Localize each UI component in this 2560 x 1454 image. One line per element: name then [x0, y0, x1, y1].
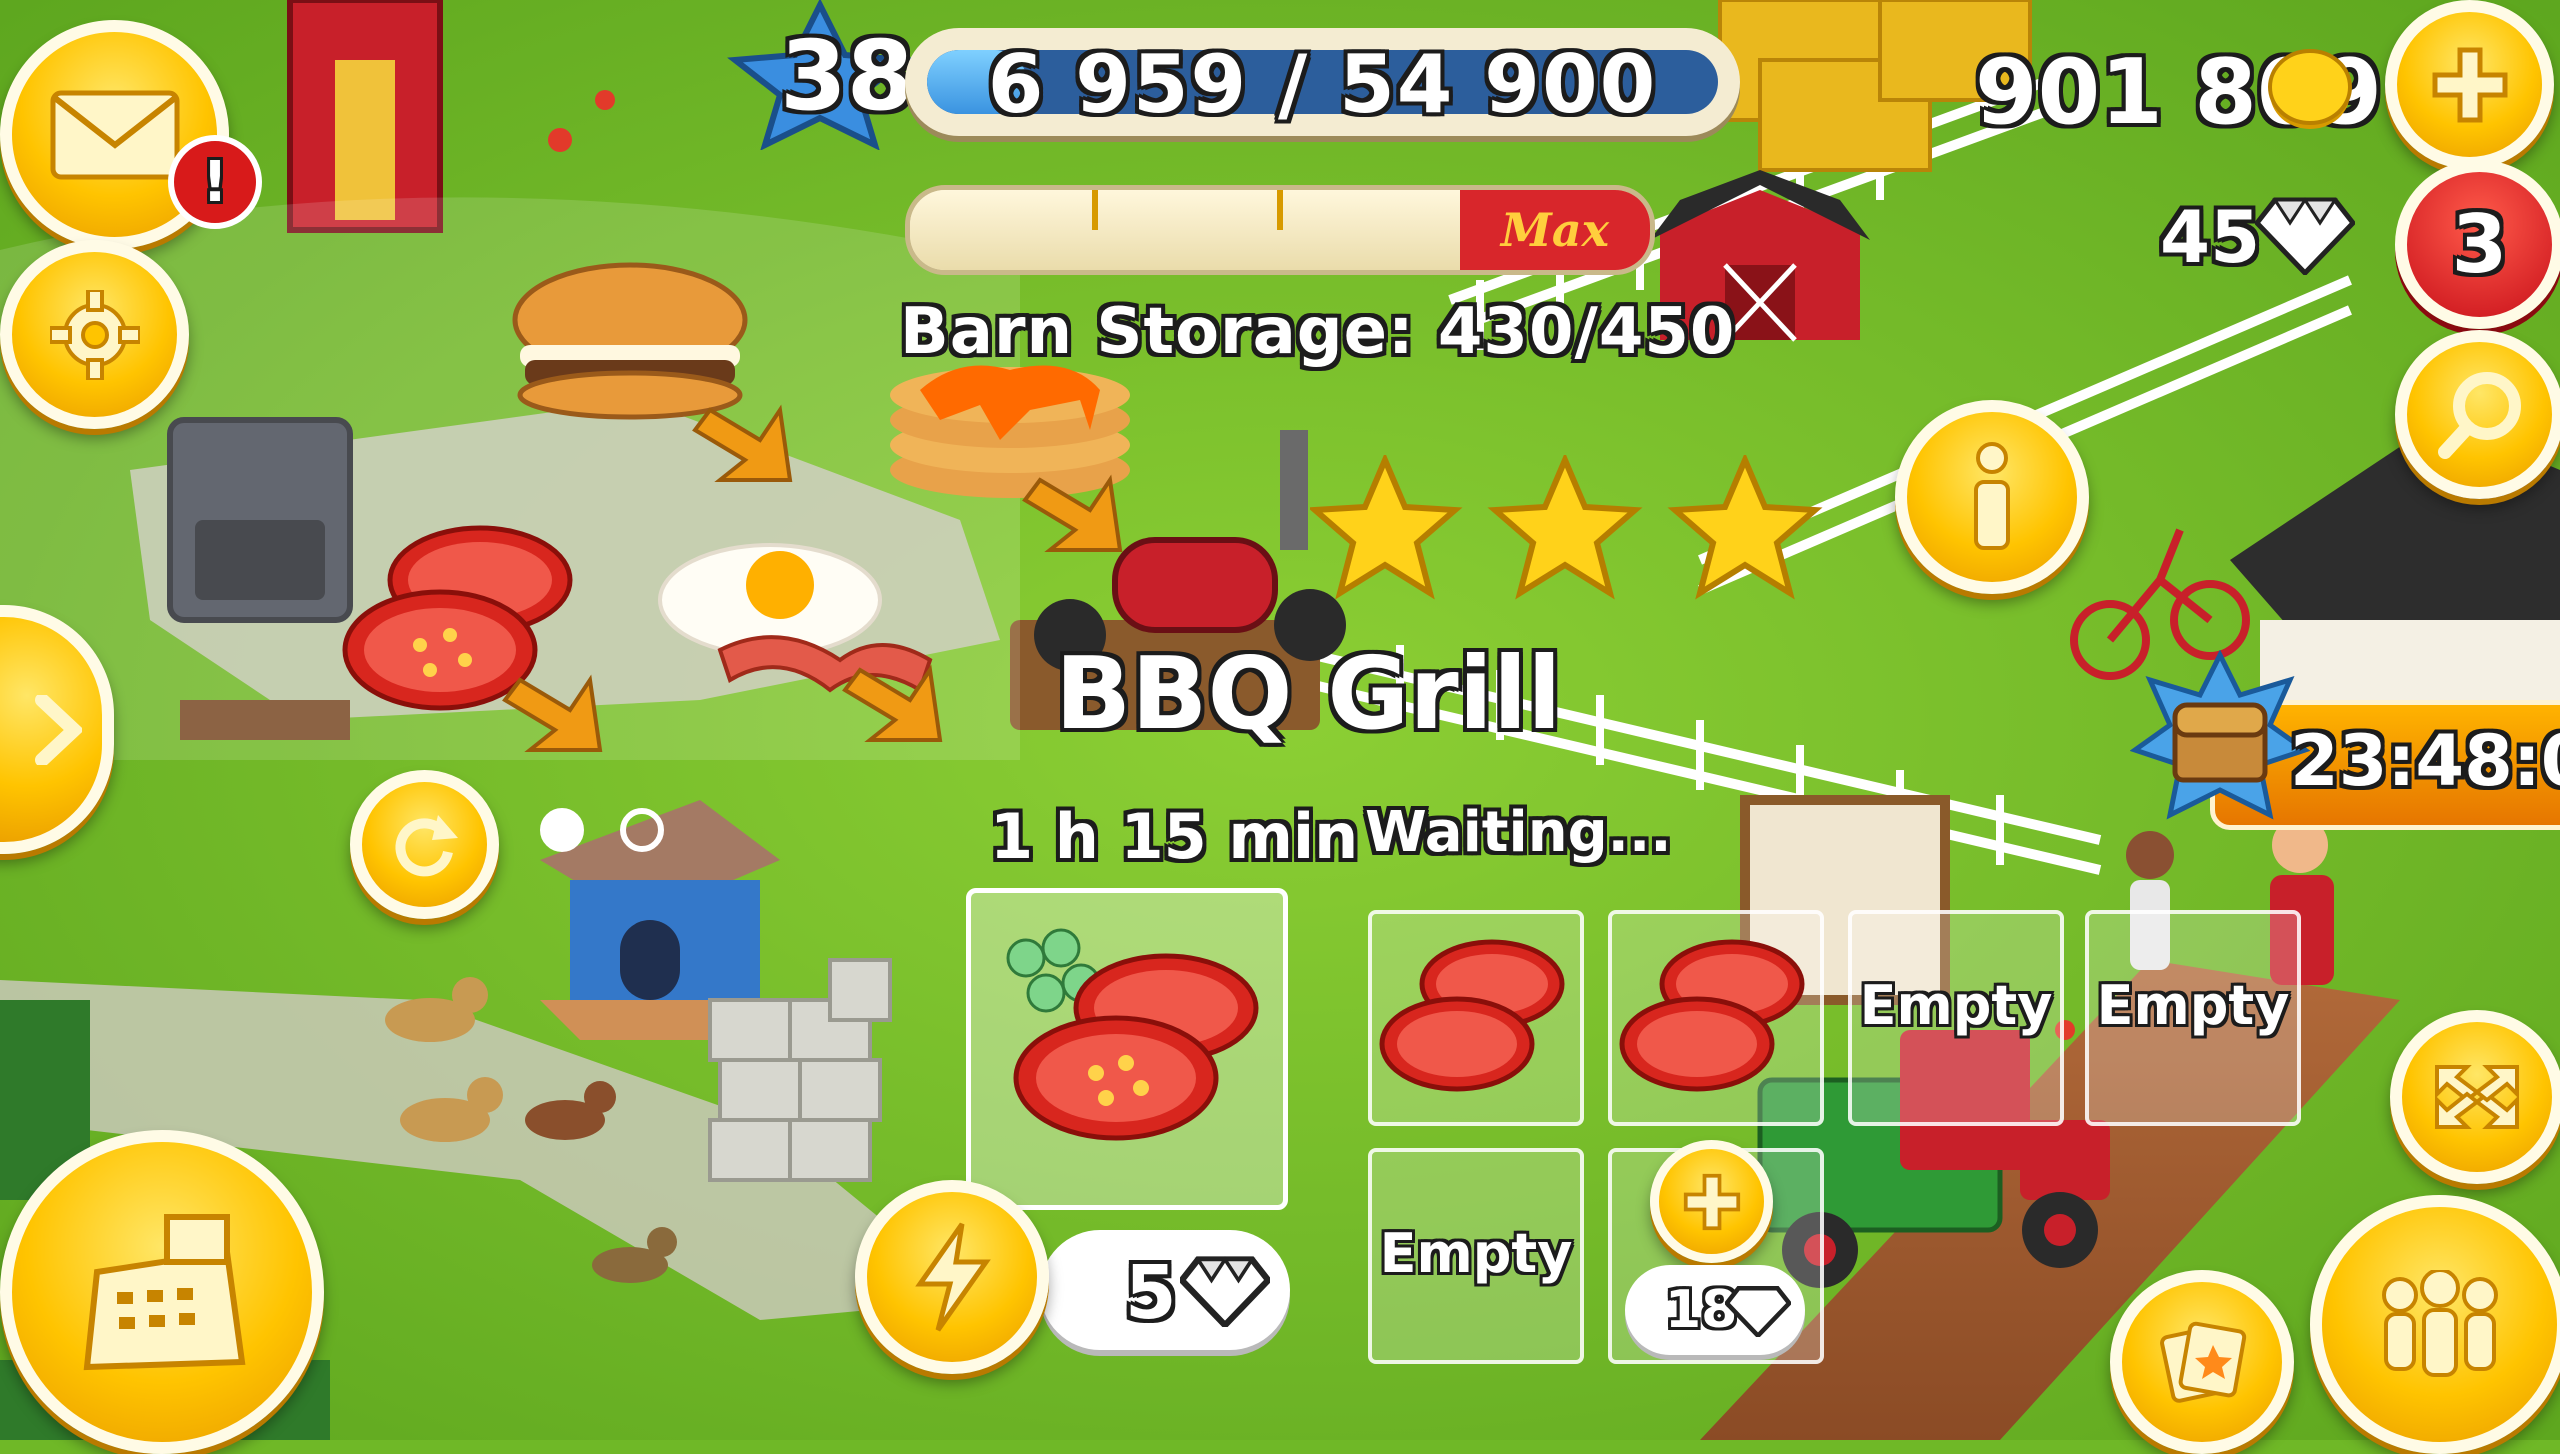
level-number: 38 [780, 20, 914, 132]
speed-up-cost: 5 [1125, 1250, 1177, 1336]
pager-dot-1[interactable] [540, 808, 584, 852]
lightning-icon [915, 1222, 991, 1332]
queue-slot-5[interactable]: Empty [1368, 1148, 1584, 1364]
settings-button[interactable] [0, 240, 189, 429]
storage-max-label: Max [1460, 190, 1650, 270]
diamond-icon [1725, 1285, 1791, 1337]
production-slot-active[interactable] [966, 888, 1288, 1210]
cards-icon [2160, 1321, 2247, 1403]
friends-button[interactable] [2310, 1195, 2560, 1454]
star-icon [1307, 452, 1823, 600]
chevron-right-icon [35, 694, 82, 765]
tomato-slices-icon [1379, 939, 1565, 1092]
roadside-shop-button[interactable] [0, 1130, 324, 1454]
shop-red-button[interactable]: 3 [2395, 160, 2560, 329]
building-info-button[interactable] [1895, 400, 2089, 594]
production-time: 1 h 15 min [990, 800, 1359, 873]
refresh-icon [395, 814, 458, 876]
mail-alert-badge: ! [168, 135, 262, 229]
info-icon [1974, 442, 2010, 550]
diamond-icon [2255, 197, 2355, 275]
treasure-chest-icon[interactable] [2130, 650, 2310, 830]
queue-waiting-label: Waiting... [1365, 800, 1672, 865]
shop-badge-count: 3 [2451, 198, 2508, 291]
empty-slot-label: Empty [1859, 974, 2053, 1037]
cash-register-icon [83, 1214, 246, 1371]
event-timer-text: 23:48:06 [2290, 720, 2560, 802]
experience-bar[interactable]: 6 959 / 54 900 [905, 28, 1740, 136]
tomato-slices-icon [1006, 928, 1259, 1141]
mail-alert-text: ! [202, 149, 228, 215]
queue-slot-1[interactable] [1368, 910, 1584, 1126]
diamonds-amount: 45 [2160, 195, 2261, 279]
magnifier-icon [2437, 371, 2521, 459]
empty-slot-label: Empty [1379, 1222, 1573, 1285]
pager-dot-2[interactable] [620, 808, 664, 852]
diamond-icon [1180, 1256, 1270, 1327]
refresh-recipes-button[interactable] [350, 770, 499, 919]
experience-text: 6 959 / 54 900 [987, 38, 1658, 131]
queue-slot-2[interactable] [1608, 910, 1824, 1126]
speed-up-button[interactable] [855, 1180, 1049, 1374]
building-name: BBQ Grill [1055, 635, 1562, 752]
envelope-icon [50, 90, 179, 179]
plus-icon [1683, 1173, 1740, 1230]
barn-storage-text: Barn Storage: 430/450 [900, 295, 1736, 369]
tomato-slices-icon [1619, 939, 1805, 1092]
queue-slot-4[interactable]: Empty [2085, 910, 2301, 1126]
move-building-button[interactable] [2390, 1010, 2560, 1184]
unlock-slot-button[interactable] [1650, 1140, 1773, 1263]
plus-icon [2432, 47, 2507, 122]
building-stars [1307, 452, 1830, 609]
events-cards-button[interactable] [2110, 1270, 2294, 1454]
people-icon [2381, 1269, 2498, 1377]
buy-coins-button[interactable] [2385, 0, 2554, 169]
empty-slot-label: Empty [2096, 974, 2290, 1037]
queue-slot-3[interactable]: Empty [1848, 910, 2064, 1126]
barn-storage-bar: Max [905, 185, 1655, 275]
expand-arrows-icon [2435, 1065, 2519, 1129]
search-button[interactable] [2395, 330, 2560, 499]
coin-icon [2268, 49, 2352, 129]
gear-icon [49, 289, 140, 380]
